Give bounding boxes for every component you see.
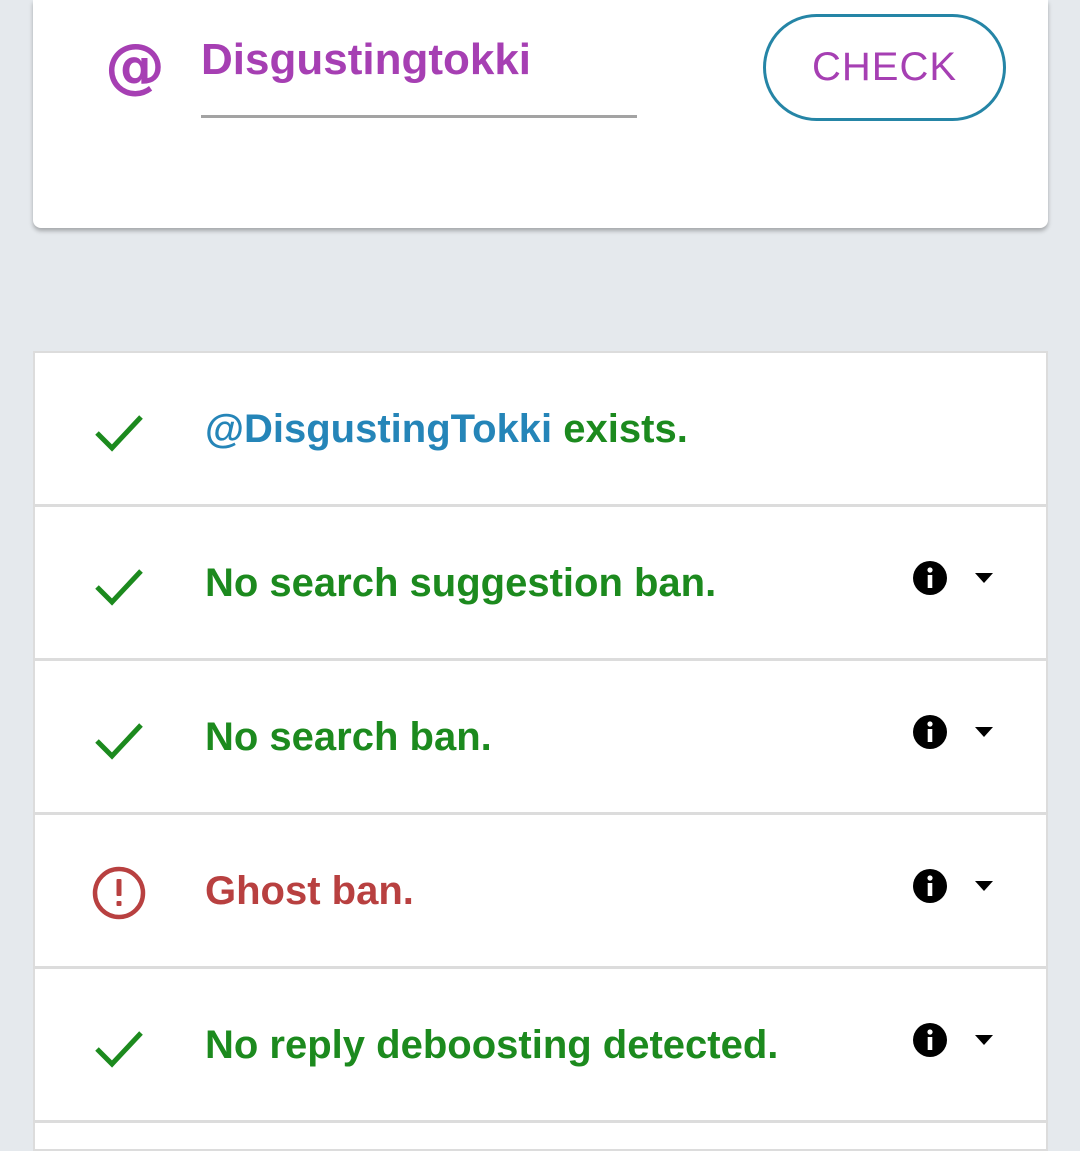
alert-icon [92, 866, 146, 920]
handle-link[interactable]: @DisgustingTokki [205, 407, 552, 451]
result-text: @DisgustingTokki exists. [205, 399, 688, 459]
result-row-search-ban: No search ban. [35, 661, 1046, 815]
result-row-ghost-ban: Ghost ban. [35, 815, 1046, 969]
info-icon[interactable] [912, 1022, 948, 1058]
result-row-reply-deboosting: No reply deboosting detected. [35, 969, 1046, 1123]
check-icon [95, 723, 143, 760]
chevron-down-icon[interactable] [975, 881, 993, 891]
result-text: No reply deboosting detected. [205, 1023, 779, 1067]
chevron-down-icon[interactable] [975, 727, 993, 737]
info-icon[interactable] [912, 560, 948, 596]
chevron-down-icon[interactable] [975, 1035, 993, 1045]
result-row-search-suggestion-ban: No search suggestion ban. [35, 507, 1046, 661]
check-icon [95, 1031, 143, 1068]
info-icon[interactable] [912, 714, 948, 750]
check-button[interactable]: CHECK [763, 14, 1006, 121]
results-list: @DisgustingTokki exists. No search sugge… [33, 351, 1048, 1151]
info-icon[interactable] [912, 868, 948, 904]
chevron-down-icon[interactable] [975, 573, 993, 583]
result-text: Ghost ban. [205, 869, 414, 913]
result-text: No search suggestion ban. [205, 561, 717, 605]
result-status-text: exists. [552, 407, 688, 451]
at-icon: @ [105, 31, 165, 101]
result-text: No search ban. [205, 715, 492, 759]
result-row-exists: @DisgustingTokki exists. [35, 353, 1046, 507]
check-icon [95, 569, 143, 606]
search-card: @ CHECK [33, 0, 1048, 228]
check-icon [95, 415, 143, 452]
handle-input[interactable] [201, 26, 637, 118]
